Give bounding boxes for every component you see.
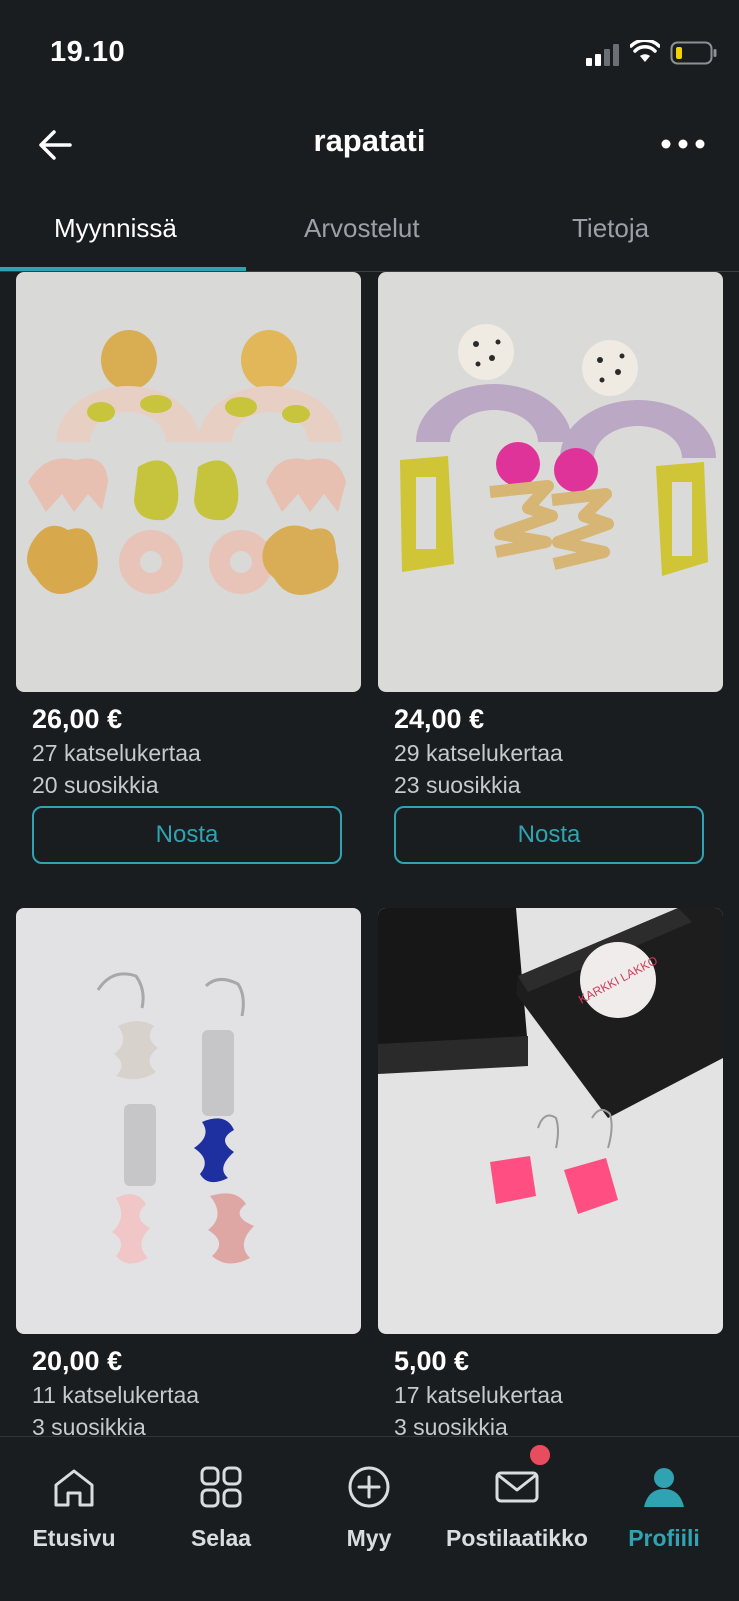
battery-icon <box>670 41 717 65</box>
product-photo[interactable]: KARKKI LAKKO <box>378 908 723 1334</box>
profile-tabs: Myynnissä Arvostelut Tietoja <box>0 195 739 272</box>
product-card[interactable]: 20,00 € 11 katselukertaa 3 suosikkia <box>16 908 361 1440</box>
product-favorites: 23 suosikkia <box>394 772 521 798</box>
nav-home[interactable]: Etusivu <box>0 1437 148 1557</box>
home-icon <box>54 1469 94 1507</box>
product-price: 5,00 € <box>394 1346 470 1376</box>
product-favorites: 20 suosikkia <box>32 772 159 798</box>
product-views: 11 katselukertaa <box>32 1382 200 1408</box>
product-views: 27 katselukertaa <box>32 740 201 766</box>
unread-badge <box>528 1443 552 1467</box>
product-card[interactable]: 24,00 € 29 katselukertaa 23 suosikkia No… <box>378 272 723 872</box>
grid-icon <box>200 1466 242 1508</box>
plus-circle-icon <box>348 1466 390 1508</box>
nav-browse-label: Selaa <box>190 1525 252 1551</box>
mail-icon <box>495 1471 539 1503</box>
product-price: 20,00 € <box>32 1346 123 1376</box>
nav-inbox-label: Postilaatikko <box>446 1525 588 1551</box>
nav-browse[interactable]: Selaa <box>147 1437 295 1557</box>
nav-sell-label: Myy <box>346 1525 392 1551</box>
shop-title: rapatati <box>313 123 426 158</box>
product-price: 24,00 € <box>394 704 485 734</box>
more-options-icon[interactable] <box>660 129 706 159</box>
bump-listing-button[interactable]: Nosta <box>394 806 704 864</box>
nav-inbox[interactable]: Postilaatikko <box>442 1437 592 1557</box>
nav-profile-label: Profiili <box>628 1525 700 1551</box>
status-bar: 19.10 <box>0 0 739 105</box>
wifi-icon <box>630 40 660 62</box>
tab-for-sale[interactable]: Myynnissä <box>54 213 177 244</box>
product-price: 26,00 € <box>32 704 123 734</box>
status-time: 19.10 <box>50 36 126 68</box>
active-tab-indicator <box>0 267 246 271</box>
app-bar: rapatati <box>0 105 739 195</box>
bottom-navigation: Etusivu Selaa Myy Postilaatikko Profiili <box>0 1436 739 1601</box>
product-views: 17 katselukertaa <box>394 1382 563 1408</box>
bump-listing-button[interactable]: Nosta <box>32 806 342 864</box>
nav-home-label: Etusivu <box>32 1525 116 1551</box>
tab-reviews[interactable]: Arvostelut <box>304 213 420 244</box>
product-photo[interactable] <box>378 272 723 692</box>
product-card[interactable]: KARKKI LAKKO 5,00 € 17 katselukertaa 3 s… <box>378 908 723 1440</box>
product-photo[interactable] <box>16 272 361 692</box>
product-views: 29 katselukertaa <box>394 740 563 766</box>
nav-profile[interactable]: Profiili <box>590 1437 738 1557</box>
nav-sell[interactable]: Myy <box>295 1437 443 1557</box>
product-photo[interactable] <box>16 908 361 1334</box>
profile-icon <box>644 1468 684 1507</box>
tab-info[interactable]: Tietoja <box>572 213 649 244</box>
signal-icon <box>586 44 619 66</box>
product-card[interactable]: 26,00 € 27 katselukertaa 20 suosikkia No… <box>16 272 361 872</box>
